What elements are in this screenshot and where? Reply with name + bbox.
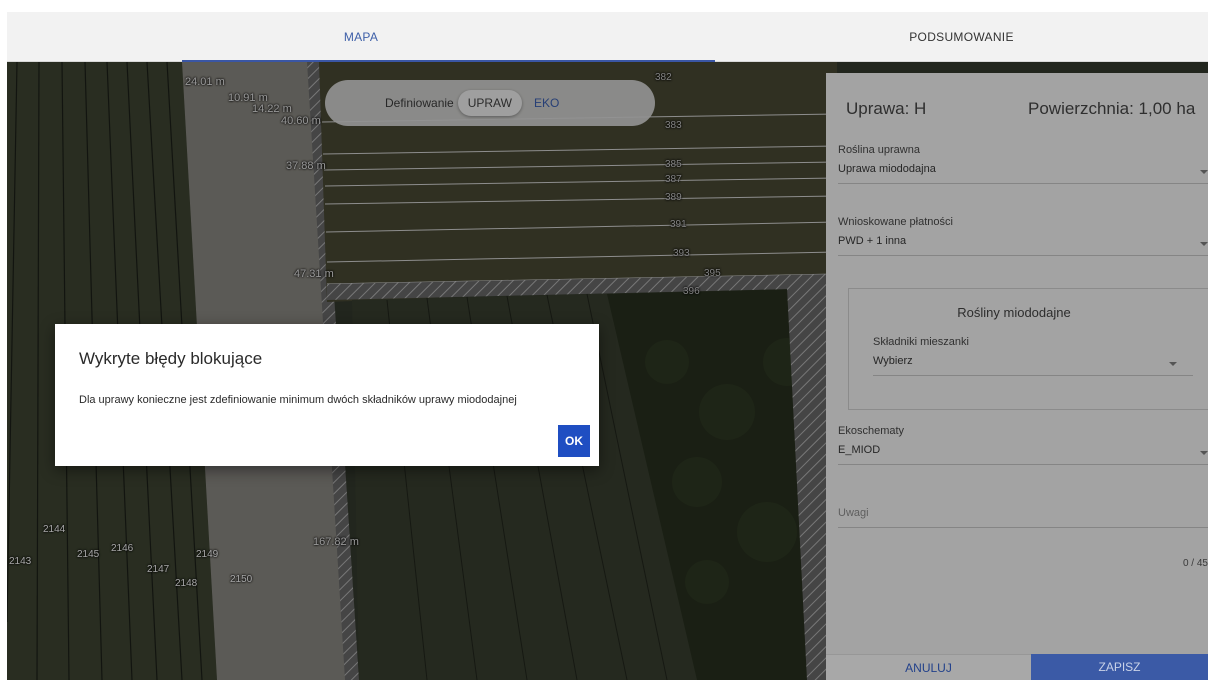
field-underline [838,527,1208,528]
crop-area: Powierzchnia: 1,00 ha [1028,99,1196,118]
tab-bar: MAPA PODSUMOWANIE [7,12,1208,62]
chevron-down-icon [1200,451,1208,455]
mix-components-label: Składniki mieszanki [873,336,969,348]
chevron-down-icon [1200,242,1208,246]
ok-button[interactable]: OK [558,425,590,457]
payments-value: PWD + 1 inna [838,235,907,247]
tab-summary-label: PODSUMOWANIE [909,30,1014,44]
ecoschemes-select[interactable]: Ekoschematy E_MIOD [838,425,1208,465]
save-button[interactable]: ZAPISZ [1031,654,1208,680]
mix-components-select[interactable]: Składniki mieszanki Wybierz [873,336,1193,376]
tab-map[interactable]: MAPA [7,12,715,62]
field-underline [838,464,1208,465]
field-underline [838,183,1208,184]
crop-plant-value: Uprawa miododajna [838,163,936,175]
tab-map-label: MAPA [343,30,379,44]
notes-char-counter: 0 / 45 [1182,558,1208,569]
field-underline [873,375,1193,376]
chevron-down-icon [1200,170,1208,174]
chevron-down-icon [1169,362,1177,366]
crop-title: Uprawa: H [846,99,927,118]
dialog-title: Wykryte błędy blokujące [79,349,263,368]
tab-summary[interactable]: PODSUMOWANIE [715,12,1208,62]
blocking-errors-dialog: Wykryte błędy blokujące Dla uprawy konie… [55,324,599,466]
melliferous-plants-title: Rośliny miododajne [957,305,1071,320]
crop-details-panel: Uprawa: H Powierzchnia: 1,00 ha Roślina … [826,73,1208,680]
notes-placeholder: Uwagi [838,507,869,519]
ecoschemes-value: E_MIOD [838,444,881,456]
dialog-message: Dla uprawy konieczne jest zdefiniowanie … [79,394,517,406]
crop-plant-label: Roślina uprawna [838,144,920,156]
notes-field[interactable]: Uwagi [838,507,1208,528]
payments-select[interactable]: Wnioskowane płatności PWD + 1 inna [838,216,1208,256]
payments-label: Wnioskowane płatności [838,216,953,228]
field-underline [838,255,1208,256]
cancel-button[interactable]: ANULUJ [826,654,1031,680]
crop-plant-select[interactable]: Roślina uprawna Uprawa miododajna [838,144,1208,184]
ecoschemes-label: Ekoschematy [838,425,905,437]
melliferous-plants-section: Rośliny miododajne Składniki mieszanki W… [848,288,1208,410]
mix-components-value: Wybierz [873,355,913,367]
